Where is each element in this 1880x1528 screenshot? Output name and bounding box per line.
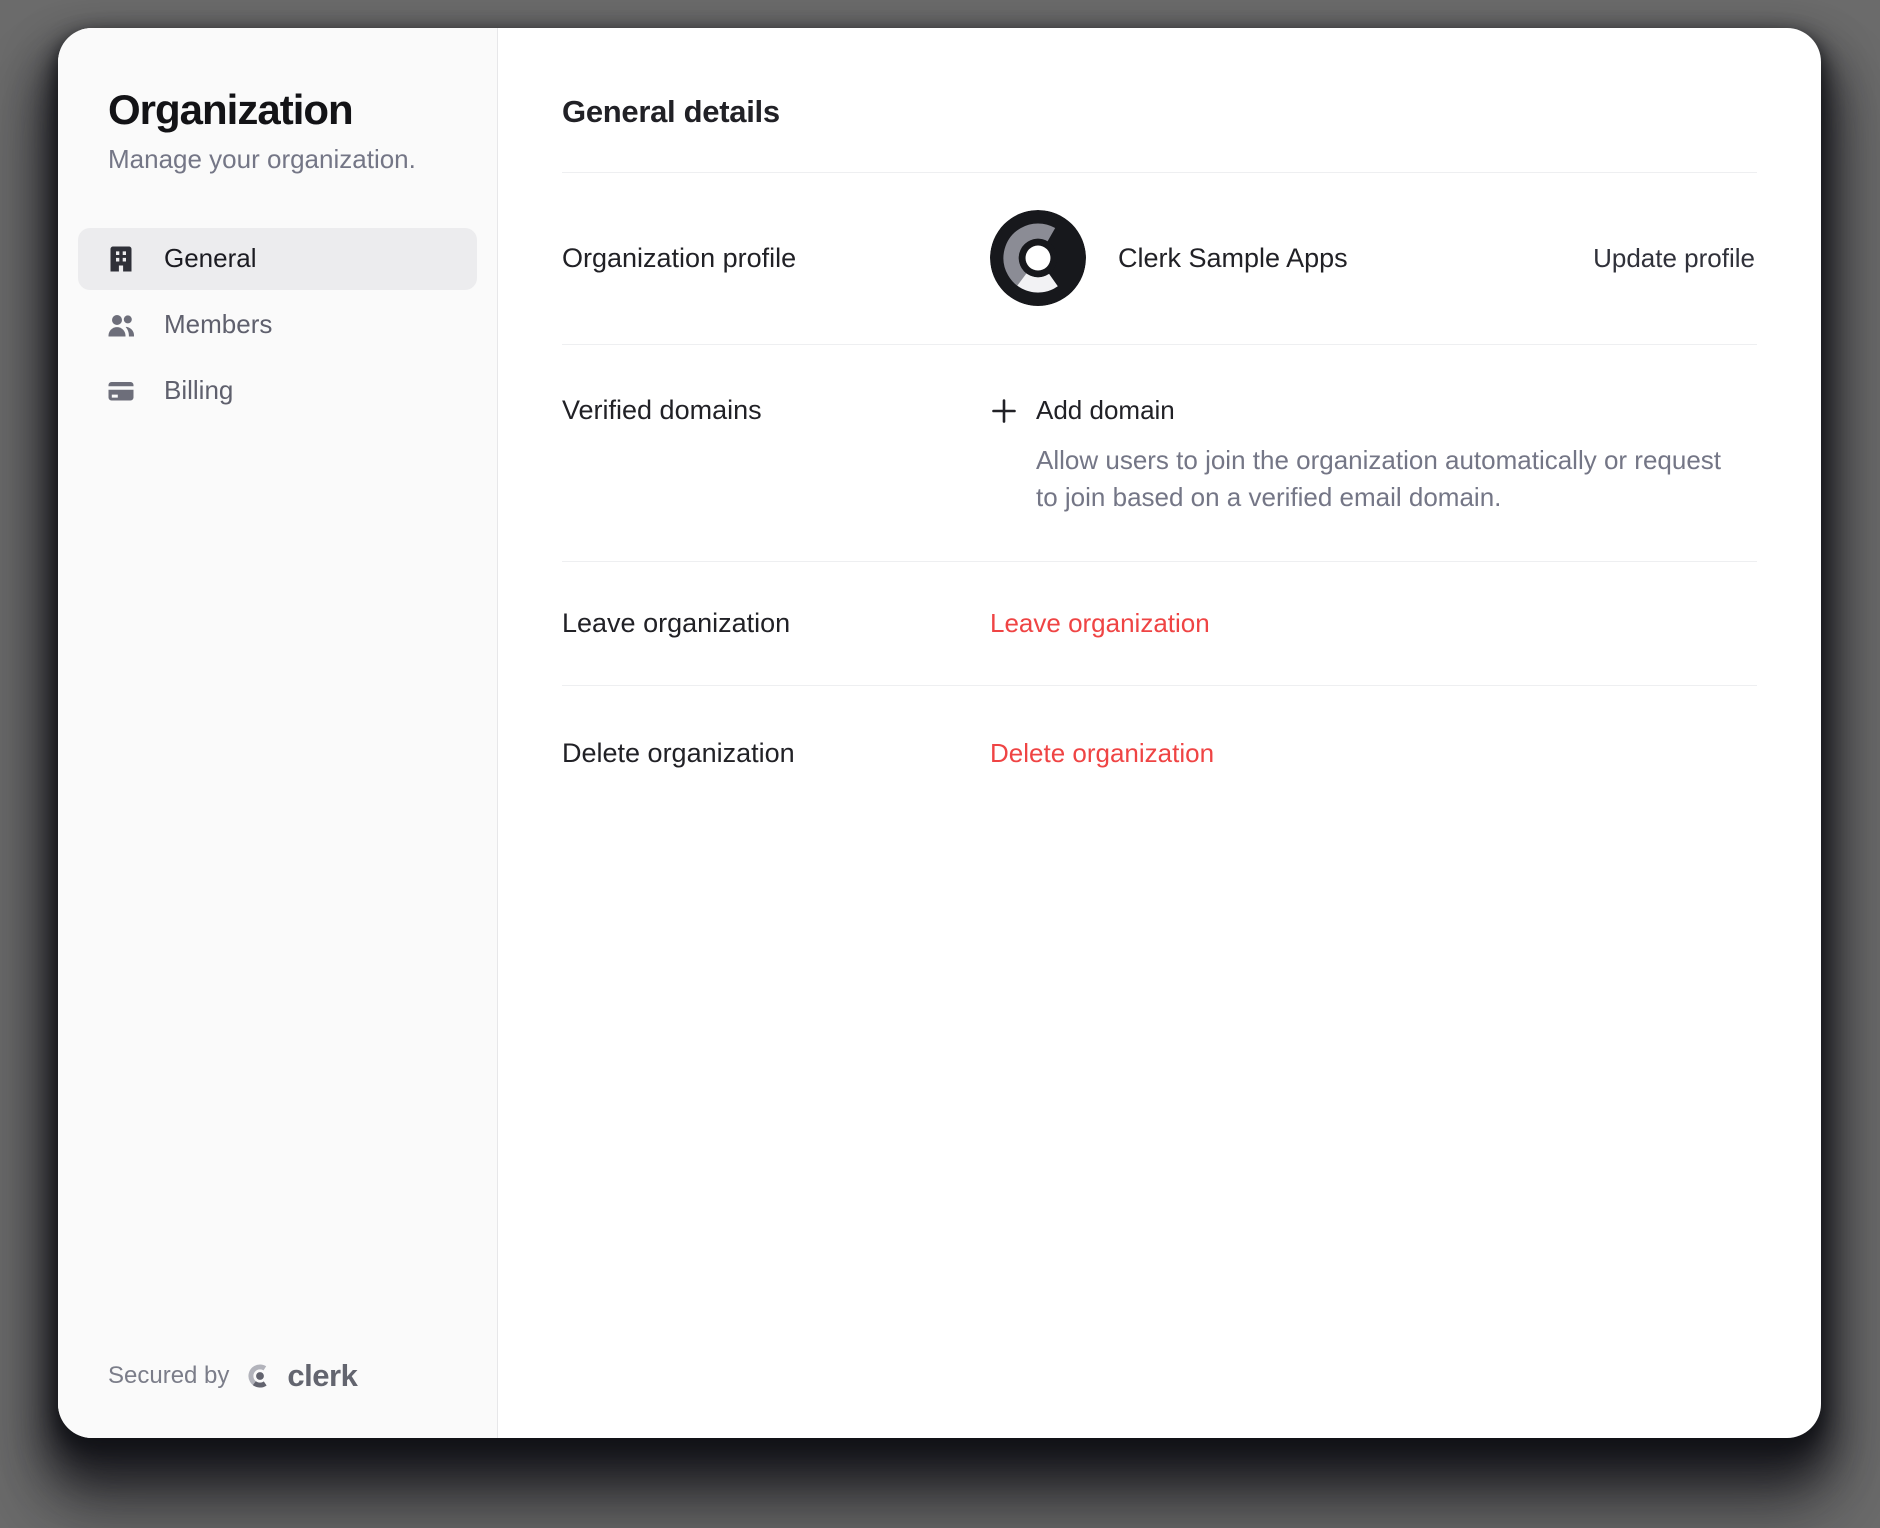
- sidebar-item-general[interactable]: General: [78, 228, 477, 290]
- delete-organization-row: Delete organization Delete organization: [562, 685, 1757, 821]
- organization-profile-value: Clerk Sample Apps Update profile: [990, 210, 1757, 306]
- delete-organization-label: Delete organization: [562, 738, 990, 769]
- plus-icon: [990, 397, 1018, 425]
- verified-domains-label: Verified domains: [562, 395, 990, 426]
- organization-profile-row: Organization profile Clerk Sample Apps U…: [562, 172, 1757, 344]
- leave-organization-label: Leave organization: [562, 608, 990, 639]
- clerk-logo-icon: [245, 1361, 275, 1391]
- general-details-panel: General details Organization profile Cle…: [498, 28, 1821, 1438]
- organization-profile-card: Organization Manage your organization. G…: [58, 28, 1821, 1438]
- building-icon: [106, 244, 136, 274]
- secured-by-clerk: Secured by clerk: [108, 1358, 477, 1394]
- verified-domains-description: Allow users to join the organization aut…: [1036, 442, 1736, 516]
- leave-organization-row: Leave organization Leave organization: [562, 561, 1757, 685]
- organization-name: Clerk Sample Apps: [1118, 243, 1348, 274]
- organization-profile-label: Organization profile: [562, 243, 990, 274]
- sidebar-item-billing[interactable]: Billing: [78, 360, 477, 422]
- leave-organization-button[interactable]: Leave organization: [990, 608, 1210, 639]
- secured-by-label: Secured by: [108, 1362, 229, 1390]
- clerk-wordmark: clerk: [287, 1358, 357, 1394]
- credit-card-icon: [106, 376, 136, 406]
- add-domain-label: Add domain: [1036, 395, 1175, 426]
- sidebar-item-label: Members: [164, 309, 272, 340]
- delete-organization-button[interactable]: Delete organization: [990, 738, 1214, 769]
- add-domain-button[interactable]: Add domain: [990, 395, 1175, 426]
- sidebar-item-label: Billing: [164, 375, 233, 406]
- page-title: Organization: [108, 86, 477, 133]
- members-icon: [106, 310, 136, 340]
- page-subtitle: Manage your organization.: [108, 143, 477, 176]
- sidebar-nav: General Members: [78, 228, 477, 422]
- sidebar: Organization Manage your organization. G…: [58, 28, 498, 1438]
- sidebar-item-label: General: [164, 243, 257, 274]
- verified-domains-value: Add domain Allow users to join the organ…: [990, 395, 1757, 516]
- verified-domains-row: Verified domains Add domain Allow users …: [562, 344, 1757, 561]
- update-profile-button[interactable]: Update profile: [1593, 243, 1755, 274]
- sidebar-item-members[interactable]: Members: [78, 294, 477, 356]
- organization-avatar: [990, 210, 1086, 306]
- section-heading: General details: [562, 94, 1757, 130]
